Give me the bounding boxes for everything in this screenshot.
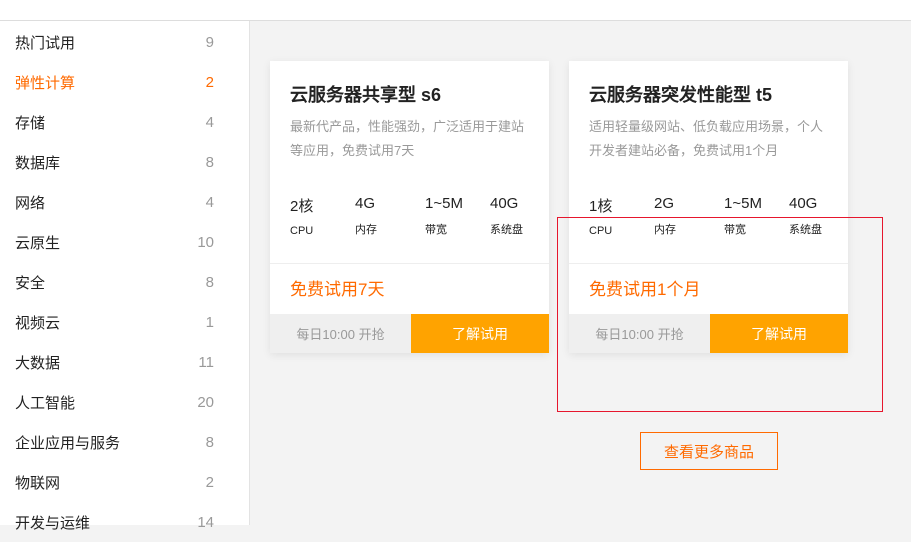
spec-label: 内存 — [355, 224, 377, 236]
view-more-products-button[interactable]: 查看更多商品 — [640, 432, 778, 470]
card-title: 云服务器突发性能型 t5 — [589, 85, 773, 105]
sidebar-item-count: 8 — [205, 153, 214, 171]
sidebar-item[interactable]: 人工智能 20 — [15, 382, 214, 422]
spec-value: 4G — [355, 195, 376, 212]
spec-value: 2核 — [290, 198, 314, 215]
category-sidebar: 热门试用 9 弹性计算 2 存储 4 数据库 8 网络 4 云原生 10 安全 8 视频云 1 大数据 11 人工智… — [0, 21, 250, 532]
sidebar-item[interactable]: 安全 8 — [15, 262, 214, 302]
sidebar-item-count: 2 — [205, 73, 214, 91]
sidebar-item-label: 云原生 — [15, 234, 61, 252]
sidebar-item-count: 14 — [197, 513, 214, 531]
card-description: 最新代产品，性能强劲，广泛适用于建站等应用，免费试用7天 — [290, 119, 525, 158]
sidebar-item-count: 11 — [198, 353, 214, 371]
divider — [270, 263, 549, 264]
card-description: 适用轻量级网站、低负载应用场景，个人开发者建站必备，免费试用1个月 — [589, 119, 824, 158]
sidebar-item-count: 4 — [205, 113, 214, 131]
sidebar-item[interactable]: 大数据 11 — [15, 342, 214, 382]
sidebar-item-count: 9 — [205, 33, 214, 51]
spec: 4G 内存 — [355, 195, 377, 237]
sidebar-item-label: 视频云 — [15, 314, 61, 332]
spec-label: 带宽 — [425, 224, 447, 236]
sidebar-item-label: 开发与运维 — [15, 514, 91, 532]
sidebar-item[interactable]: 视频云 1 — [15, 302, 214, 342]
sidebar-item-count: 20 — [197, 393, 214, 411]
product-card: 云服务器共享型 s6 最新代产品，性能强劲，广泛适用于建站等应用，免费试用7天 2… — [270, 61, 549, 353]
sidebar-item-count: 10 — [197, 233, 214, 251]
spec-label: CPU — [290, 225, 314, 237]
spec: 40G 系统盘 — [490, 195, 523, 237]
spec: 1~5M 带宽 — [425, 195, 463, 237]
sidebar-item[interactable]: 弹性计算 2 — [15, 62, 214, 102]
sidebar-item-label: 弹性计算 — [15, 74, 76, 92]
sidebar-item-label: 大数据 — [15, 354, 61, 372]
sidebar-item-count: 4 — [205, 193, 214, 211]
sidebar-item[interactable]: 物联网 2 — [15, 462, 214, 502]
sidebar-item-label: 数据库 — [15, 154, 61, 172]
sidebar-item-count: 8 — [205, 273, 214, 291]
learn-trial-button[interactable]: 了解试用 — [411, 314, 549, 353]
sidebar-item[interactable]: 数据库 8 — [15, 142, 214, 182]
sidebar-item-label: 热门试用 — [15, 34, 76, 52]
sidebar-item[interactable]: 企业应用与服务 8 — [15, 422, 214, 462]
sidebar-item-label: 物联网 — [15, 474, 61, 492]
free-trial-text: 免费试用7天 — [290, 280, 385, 299]
sidebar-item-label: 网络 — [15, 194, 46, 212]
sidebar-item-label: 安全 — [15, 274, 46, 292]
sidebar-item[interactable]: 热门试用 9 — [15, 22, 214, 62]
spec-label: 系统盘 — [490, 224, 523, 236]
card-title: 云服务器共享型 s6 — [290, 85, 442, 105]
spec-value: 2G — [654, 195, 675, 212]
sidebar-item[interactable]: 存储 4 — [15, 102, 214, 142]
sidebar-item[interactable]: 云原生 10 — [15, 222, 214, 262]
spec-value: 1核 — [589, 198, 613, 215]
start-time: 每日10:00 开抢 — [270, 314, 411, 353]
spec: 2核 CPU — [290, 195, 313, 237]
highlight-box — [557, 217, 883, 412]
sidebar-item[interactable]: 网络 4 — [15, 182, 214, 222]
sidebar-item-label: 存储 — [15, 114, 46, 132]
spec-value: 40G — [490, 195, 519, 212]
sidebar-item-count: 2 — [205, 473, 214, 491]
spec-value: 40G — [789, 195, 818, 212]
sidebar-item[interactable]: 开发与运维 14 — [15, 502, 214, 542]
sidebar-item-count: 8 — [205, 433, 214, 451]
sidebar-item-label: 人工智能 — [15, 394, 76, 412]
top-bar — [0, 0, 911, 21]
sidebar-item-count: 1 — [205, 313, 214, 331]
spec-value: 1~5M — [724, 195, 762, 212]
sidebar-item-label: 企业应用与服务 — [15, 434, 121, 452]
spec-value: 1~5M — [425, 195, 463, 212]
